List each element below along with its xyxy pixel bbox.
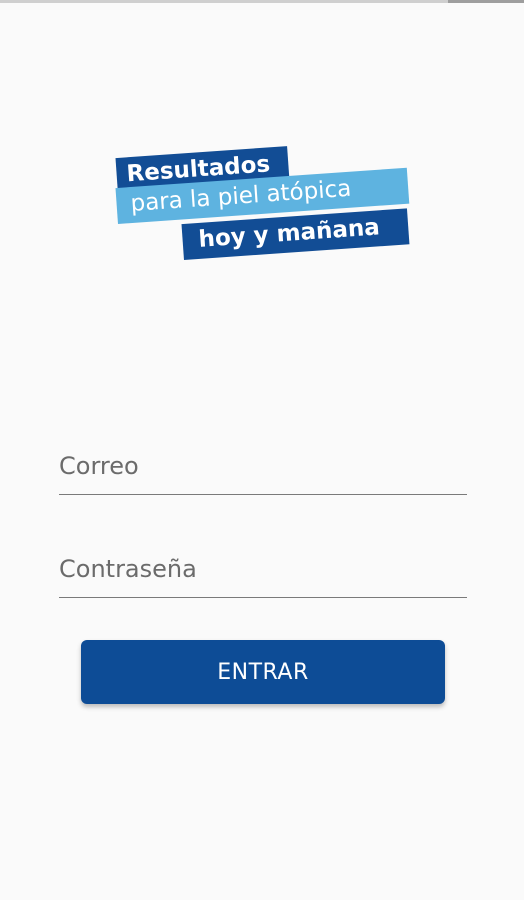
- login-button[interactable]: ENTRAR: [81, 640, 445, 704]
- brand-logo: Resultados para la piel atópica hoy y ma…: [100, 128, 430, 298]
- email-field[interactable]: [59, 452, 467, 480]
- email-field-container: [59, 430, 467, 495]
- password-field-container: [59, 533, 467, 598]
- window-top-edge: [0, 0, 524, 3]
- window-top-edge-accent: [448, 0, 524, 3]
- password-field[interactable]: [59, 555, 467, 583]
